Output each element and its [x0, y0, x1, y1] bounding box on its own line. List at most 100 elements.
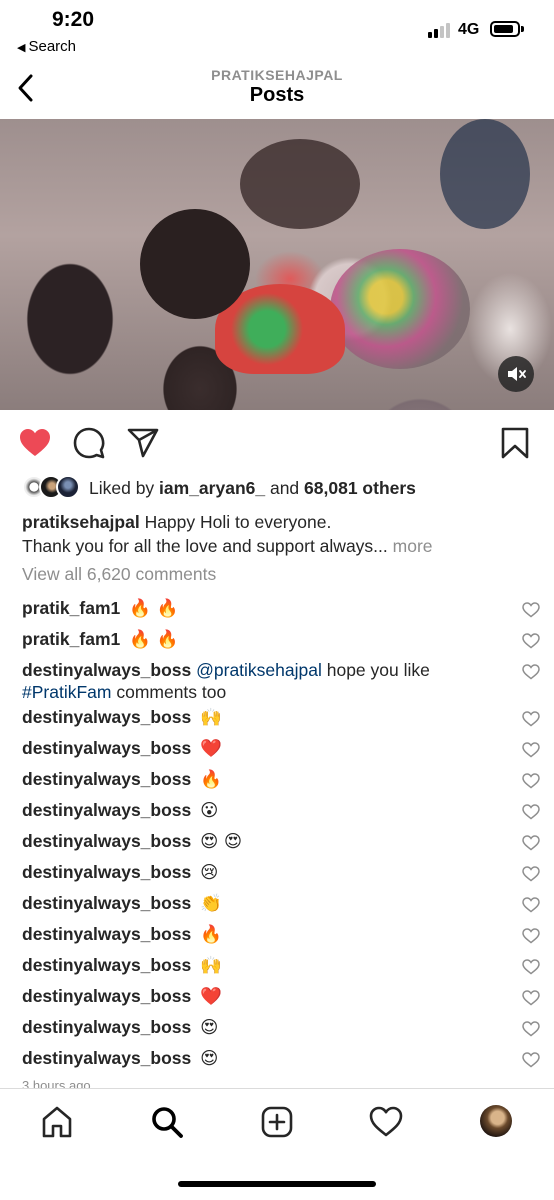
- comment-mention-link[interactable]: @pratiksehajpal: [196, 660, 322, 680]
- plus-square-icon: [261, 1106, 293, 1138]
- comment-emoji: 🙌: [200, 956, 222, 976]
- comment-like-heart-icon[interactable]: [522, 601, 540, 618]
- comment-username[interactable]: destinyalways_boss: [22, 769, 191, 789]
- post-caption: pratiksehajpal Happy Holi to everyone. T…: [22, 510, 534, 558]
- comment-row: destinyalways_boss 🔥: [22, 765, 542, 796]
- comment-text: pratik_fam1 🔥 🔥: [22, 628, 502, 651]
- liked-by-user-link[interactable]: iam_aryan6_: [159, 478, 265, 498]
- caption-text-line2: Thank you for all the love and support a…: [22, 536, 388, 556]
- paper-plane-icon: [127, 428, 159, 458]
- status-bar: 9:20 ◀ Search 4G: [0, 0, 554, 60]
- comment-username[interactable]: destinyalways_boss: [22, 986, 191, 1006]
- comment-username[interactable]: destinyalways_boss: [22, 924, 191, 944]
- comment-bubble-icon: [73, 427, 105, 459]
- share-button[interactable]: [126, 426, 160, 460]
- caption-username[interactable]: pratiksehajpal: [22, 512, 140, 532]
- comment-like-heart-icon[interactable]: [522, 632, 540, 649]
- network-type: 4G: [458, 21, 480, 38]
- tab-activity[interactable]: [369, 1105, 403, 1139]
- comment-username[interactable]: pratik_fam1: [22, 598, 120, 618]
- comment-row: destinyalways_boss 🙌: [22, 703, 542, 734]
- comment-username[interactable]: pratik_fam1: [22, 629, 120, 649]
- comment-emoji: ❤️: [200, 987, 222, 1007]
- status-time: 9:20: [52, 8, 95, 31]
- back-to-search-link[interactable]: ◀ Search: [17, 38, 76, 55]
- comment-like-heart-icon[interactable]: [522, 803, 540, 820]
- comment-row: destinyalways_boss 😮: [22, 796, 542, 827]
- liked-by-and: and: [265, 477, 305, 498]
- comment-row: destinyalways_boss ❤️: [22, 734, 542, 765]
- comment-like-heart-icon[interactable]: [522, 1051, 540, 1068]
- back-triangle-icon: ◀: [17, 42, 26, 54]
- comment-text: destinyalways_boss 🙌: [22, 954, 502, 977]
- comment-like-heart-icon[interactable]: [522, 741, 540, 758]
- comment-text: pratik_fam1 🔥 🔥: [22, 597, 502, 620]
- comment-emoji: 😢: [200, 863, 219, 883]
- comment-username[interactable]: destinyalways_boss: [22, 893, 191, 913]
- comment-like-heart-icon[interactable]: [522, 927, 540, 944]
- comment-like-heart-icon[interactable]: [522, 989, 540, 1006]
- comment-text: destinyalways_boss 🙌: [22, 706, 502, 729]
- comment-row: destinyalways_boss 😍 😍: [22, 827, 542, 858]
- comment-like-heart-icon[interactable]: [522, 958, 540, 975]
- comment-text: destinyalways_boss 👏: [22, 892, 502, 915]
- comment-row: pratik_fam1 🔥 🔥: [22, 594, 542, 625]
- comment-body: comments too: [111, 682, 227, 702]
- comment-username[interactable]: destinyalways_boss: [22, 738, 191, 758]
- comment-text: destinyalways_boss 🔥: [22, 768, 502, 791]
- tab-search[interactable]: [150, 1105, 184, 1139]
- comment-like-heart-icon[interactable]: [522, 663, 540, 680]
- comment-username[interactable]: destinyalways_boss: [22, 955, 191, 975]
- comment-like-heart-icon[interactable]: [522, 1020, 540, 1037]
- comment-row: destinyalways_boss @pratiksehajpal hope …: [22, 656, 542, 703]
- page-header: PRATIKSEHAJPAL Posts: [0, 60, 554, 118]
- tab-home[interactable]: [40, 1105, 74, 1139]
- caption-text-line1: Happy Holi to everyone.: [139, 512, 332, 532]
- post-video[interactable]: [0, 119, 554, 410]
- page-title: Posts: [249, 84, 305, 106]
- caption-more-link[interactable]: more: [388, 536, 433, 556]
- comment-text: destinyalways_boss 😢: [22, 861, 502, 884]
- comment-emoji: 😍 😍: [200, 832, 243, 852]
- save-button[interactable]: [498, 426, 532, 460]
- comment-like-heart-icon[interactable]: [522, 834, 540, 851]
- comment-text: destinyalways_boss ❤️: [22, 985, 502, 1008]
- comment-row: destinyalways_boss 😢: [22, 858, 542, 889]
- comment-emoji: 🔥: [200, 925, 222, 945]
- mute-button[interactable]: [498, 356, 534, 392]
- comment-hashtag-link[interactable]: #PratikFam: [22, 682, 111, 702]
- comment-emoji: 👏: [200, 894, 222, 914]
- comment-row: destinyalways_boss 😍: [22, 1013, 542, 1044]
- avatar: [56, 475, 80, 499]
- back-to-search-label: Search: [28, 38, 76, 55]
- comment-text: destinyalways_boss 🔥: [22, 923, 502, 946]
- comment-like-heart-icon[interactable]: [522, 896, 540, 913]
- likes-summary[interactable]: Liked by iam_aryan6_ and 68,081 others: [22, 474, 416, 502]
- like-button[interactable]: [18, 426, 52, 460]
- comment-like-heart-icon[interactable]: [522, 865, 540, 882]
- comment-username[interactable]: destinyalways_boss: [22, 831, 191, 851]
- comment-username[interactable]: destinyalways_boss: [22, 1048, 191, 1068]
- tab-create[interactable]: [260, 1105, 294, 1139]
- comment-text: destinyalways_boss 😮: [22, 799, 502, 822]
- comment-row: destinyalways_boss ❤️: [22, 982, 542, 1013]
- comment-emoji: 😍: [200, 1018, 219, 1038]
- comment-username[interactable]: destinyalways_boss: [22, 862, 191, 882]
- comment-text: destinyalways_boss 😍: [22, 1016, 502, 1039]
- comment-username[interactable]: destinyalways_boss: [22, 660, 191, 680]
- likes-count-link[interactable]: 68,081 others: [304, 478, 416, 498]
- tab-profile-avatar[interactable]: [480, 1105, 512, 1137]
- comment-like-heart-icon[interactable]: [522, 710, 540, 727]
- comment-button[interactable]: [72, 426, 106, 460]
- comment-like-heart-icon[interactable]: [522, 772, 540, 789]
- comment-username[interactable]: destinyalways_boss: [22, 1017, 191, 1037]
- comment-body: hope you like: [321, 660, 430, 680]
- comment-row: pratik_fam1 🔥 🔥: [22, 625, 542, 656]
- view-all-comments-link[interactable]: View all 6,620 comments: [22, 564, 216, 585]
- comment-row: destinyalways_boss 🙌: [22, 951, 542, 982]
- heart-icon: [369, 1106, 403, 1137]
- comment-username[interactable]: destinyalways_boss: [22, 800, 191, 820]
- battery-icon: [490, 21, 524, 37]
- comment-row: destinyalways_boss 👏: [22, 889, 542, 920]
- comment-username[interactable]: destinyalways_boss: [22, 707, 191, 727]
